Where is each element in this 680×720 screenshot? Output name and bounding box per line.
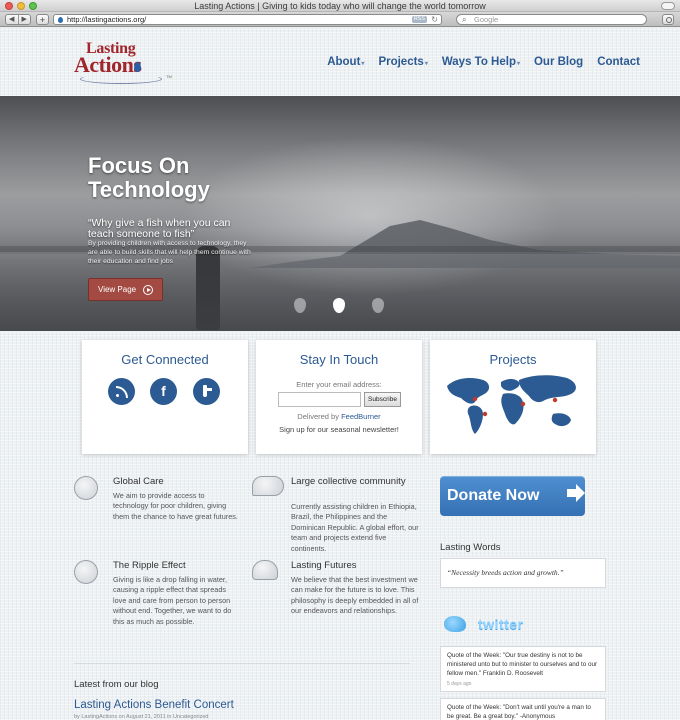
window-title: Lasting Actions | Giving to kids today w… <box>194 1 486 11</box>
lasting-words-heading: Lasting Words <box>440 542 501 553</box>
chevron-down-icon: ▾ <box>361 61 365 67</box>
hero-title: Focus On Technology <box>88 153 210 202</box>
slide-indicators <box>294 298 384 313</box>
projects-title: Projects <box>489 352 537 367</box>
subscribe-button[interactable]: Subscribe <box>364 392 401 407</box>
checkmark-icon <box>74 560 98 584</box>
globe-icon <box>74 476 98 500</box>
nav-projects[interactable]: Projects▾ <box>378 56 427 68</box>
feature-text: We aim to provide access to technology f… <box>113 491 238 521</box>
projects-box: Projects <box>430 340 596 454</box>
feature-text: We believe that the best investment we c… <box>291 575 419 616</box>
play-circle-icon <box>143 285 153 295</box>
get-connected-box: Get Connected f <box>82 340 248 454</box>
add-bookmark-button[interactable]: + <box>36 14 49 25</box>
blog-post-meta: by LastingActions on August 21, 2011 in … <box>74 714 209 720</box>
forward-button[interactable]: ▶ <box>19 15 31 24</box>
feature-text: Giving is like a drop falling in water, … <box>113 575 232 626</box>
world-map-image[interactable] <box>441 372 585 438</box>
tweet-time: 5 days ago <box>447 681 472 687</box>
toolbar-toggle-button[interactable] <box>661 2 675 10</box>
view-page-label: View Page <box>98 285 137 294</box>
view-page-button[interactable]: View Page <box>88 278 163 301</box>
tweet-text: Quote of the Week: "Don't wait until you… <box>447 704 591 720</box>
nav-contact[interactable]: Contact <box>597 56 640 68</box>
tweet-item: Quote of the Week: "Don't wait until you… <box>440 698 606 720</box>
nav-ways-to-help[interactable]: Ways To Help▾ <box>442 56 520 68</box>
section-divider <box>74 663 410 664</box>
address-bar[interactable]: http://lastingactions.org/ RSS ↻ <box>53 14 442 25</box>
search-icon: ⌕ <box>462 15 467 24</box>
stay-in-touch-title: Stay In Touch <box>299 352 379 367</box>
lasting-words-quote: “Necessity breeds action and growth.” <box>447 568 564 577</box>
slide-dot-2[interactable] <box>333 298 345 313</box>
twitter-wordmark: twitter <box>478 616 524 632</box>
feature-text: Currently assisting children in Ethiopia… <box>291 502 419 553</box>
delivered-by: Delivered by FeedBurner <box>297 412 381 421</box>
search-field[interactable]: ⌕ Google <box>456 14 647 25</box>
main-navigation: About▾ Projects▾ Ways To Help▾ Our Blog … <box>327 56 640 68</box>
history-buttons: ◀ ▶ <box>5 14 31 25</box>
feature-title: Large collective community <box>291 476 406 487</box>
feature-title: The Ripple Effect <box>113 560 186 571</box>
newsletter-signup-text: Sign up for our seasonal newsletter! <box>279 425 399 434</box>
donate-now-button[interactable]: Donate Now <box>440 476 585 516</box>
get-connected-title: Get Connected <box>121 352 209 367</box>
people-icon <box>252 560 278 580</box>
donate-label: Donate Now <box>447 487 540 504</box>
logo-trademark: TM <box>166 74 172 79</box>
lasting-words-box: “Necessity breeds action and growth.” <box>440 558 606 588</box>
search-placeholder: Google <box>474 15 499 24</box>
address-url[interactable]: http://lastingactions.org/ <box>67 15 146 25</box>
email-field[interactable] <box>278 392 361 407</box>
web-page: Lasting Actions TM About▾ Projects▾ Ways… <box>0 28 680 720</box>
facebook-icon[interactable]: f <box>150 378 177 405</box>
logo-drop-icon <box>134 62 141 72</box>
blog-heading: Latest from our blog <box>74 679 159 690</box>
slide-dot-3[interactable] <box>372 298 384 313</box>
settings-gear-icon[interactable] <box>662 14 674 25</box>
slide-dot-1[interactable] <box>294 298 306 313</box>
window-titlebar: Lasting Actions | Giving to kids today w… <box>0 0 680 12</box>
speech-bubble-icon <box>252 476 284 496</box>
nav-about[interactable]: About▾ <box>327 56 364 68</box>
rss-badge-icon[interactable]: RSS <box>411 16 427 23</box>
logo-swoosh <box>80 74 162 84</box>
nav-our-blog[interactable]: Our Blog <box>534 56 583 68</box>
tweet-text: Quote of the Week: "Our true destiny is … <box>447 652 598 677</box>
tweet-item: Quote of the Week: "Our true destiny is … <box>440 646 606 692</box>
lasting-actions-logo[interactable]: Lasting Actions TM <box>72 38 172 86</box>
arrow-right-icon <box>567 484 585 502</box>
feedburner-link[interactable]: FeedBurner <box>341 412 381 421</box>
stay-in-touch-box: Stay In Touch Enter your email address: … <box>256 340 422 454</box>
email-label: Enter your email address: <box>296 380 382 389</box>
hero-description: By providing children with access to tec… <box>88 240 251 265</box>
back-button[interactable]: ◀ <box>6 15 19 24</box>
feature-title: Lasting Futures <box>291 560 357 571</box>
reload-icon[interactable]: ↻ <box>431 15 438 25</box>
twitter-bird-icon <box>444 616 466 632</box>
chevron-down-icon: ▾ <box>516 61 520 67</box>
hero-slider: Focus On Technology “Why give a fish whe… <box>0 96 680 331</box>
blog-post-title-link[interactable]: Lasting Actions Benefit Concert <box>74 699 234 711</box>
rss-icon[interactable] <box>108 378 135 405</box>
chevron-down-icon: ▾ <box>424 61 428 67</box>
site-favicon-icon <box>58 17 63 23</box>
twitter-icon[interactable] <box>193 378 220 405</box>
feature-title: Global Care <box>113 476 164 487</box>
hero-quote: “Why give a fish when you can teach some… <box>88 217 231 240</box>
twitter-logo[interactable]: twitter <box>440 610 540 640</box>
browser-toolbar: ◀ ▶ + http://lastingactions.org/ RSS ↻ ⌕… <box>0 12 680 27</box>
